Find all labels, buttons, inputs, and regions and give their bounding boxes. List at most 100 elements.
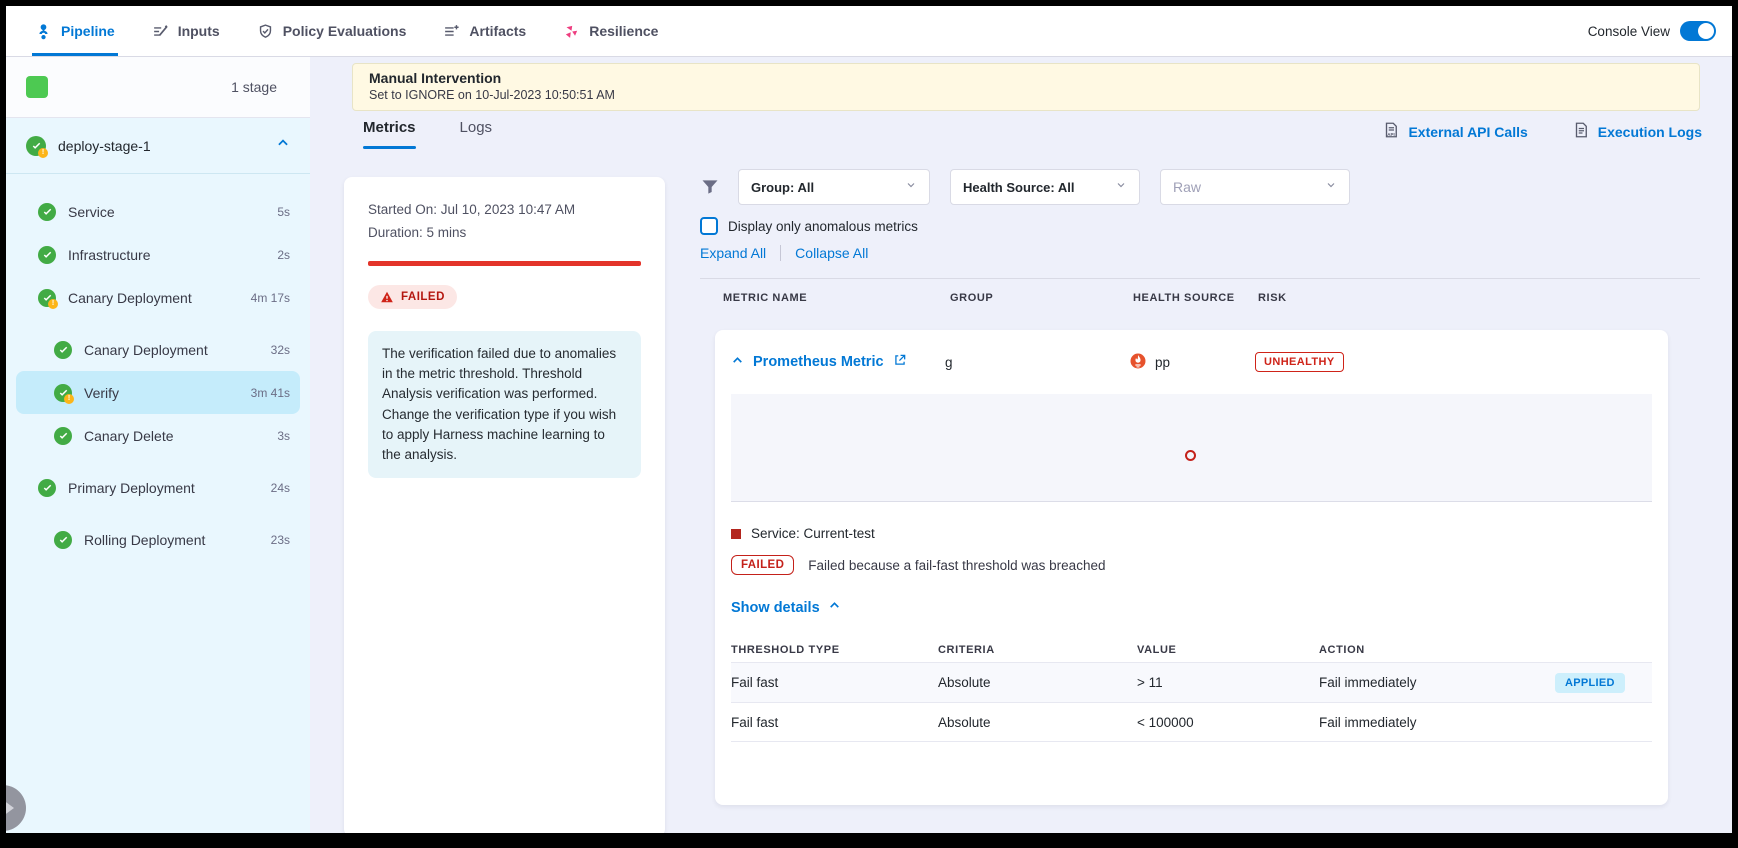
external-link-icon[interactable] bbox=[893, 353, 907, 371]
step-label: Canary Deployment bbox=[68, 290, 192, 306]
inputs-icon bbox=[152, 23, 169, 40]
app-window: Pipeline Inputs Policy Evaluations Artif… bbox=[6, 6, 1732, 833]
metric-row: Prometheus Metric g pp UNHEALTHY bbox=[715, 330, 1668, 394]
metric-group-cell: g bbox=[945, 355, 1129, 370]
threshold-row: Fail fast Absolute > 11 Fail immediately… bbox=[731, 662, 1652, 702]
tab-resilience-label: Resilience bbox=[589, 23, 658, 39]
started-on: Started On: Jul 10, 2023 10:47 AM bbox=[368, 199, 641, 222]
anomalous-filter-row: Display only anomalous metrics bbox=[700, 217, 1700, 235]
metric-card: Prometheus Metric g pp UNHEALTHY Servic bbox=[715, 330, 1668, 805]
external-api-calls-label: External API Calls bbox=[1408, 124, 1527, 140]
health-source-filter-dropdown[interactable]: Health Source: All bbox=[950, 169, 1140, 205]
threshold-table: THRESHOLD TYPE CRITERIA VALUE ACTION Fai… bbox=[731, 638, 1652, 742]
expand-all-link[interactable]: Expand All bbox=[700, 245, 766, 261]
stage-status-square-icon[interactable] bbox=[26, 76, 48, 98]
threshold-type: Fail fast bbox=[731, 675, 938, 690]
step-label: Verify bbox=[84, 385, 119, 401]
step-duration: 3s bbox=[277, 429, 290, 443]
chevron-up-icon[interactable] bbox=[276, 136, 290, 155]
step-label: Rolling Deployment bbox=[84, 532, 205, 548]
threshold-row: Fail fast Absolute < 100000 Fail immedia… bbox=[731, 702, 1652, 742]
success-check-icon bbox=[54, 341, 72, 359]
header-risk: RISK bbox=[1258, 292, 1700, 304]
header-action: ACTION bbox=[1319, 644, 1555, 656]
api-document-icon: API bbox=[1382, 121, 1400, 142]
view-tabs: Metrics Logs bbox=[363, 119, 492, 149]
tab-inputs-label: Inputs bbox=[178, 23, 220, 39]
step-label: Canary Deployment bbox=[84, 342, 208, 358]
anomalous-data-point[interactable] bbox=[1185, 450, 1196, 461]
step-duration: 32s bbox=[271, 343, 290, 357]
tab-policy-evaluations-label: Policy Evaluations bbox=[283, 23, 407, 39]
toggle-knob bbox=[1698, 23, 1714, 39]
chevron-up-icon[interactable] bbox=[731, 354, 744, 371]
tab-policy-evaluations[interactable]: Policy Evaluations bbox=[254, 6, 410, 56]
warning-triangle-icon bbox=[380, 290, 394, 304]
fail-reason-row: FAILED Failed because a fail-fast thresh… bbox=[731, 555, 1652, 575]
metric-table-headers: METRIC NAME GROUP HEALTH SOURCE RISK bbox=[700, 292, 1700, 304]
success-check-icon bbox=[38, 479, 56, 497]
warning-check-icon bbox=[54, 384, 72, 402]
tab-inputs[interactable]: Inputs bbox=[149, 6, 223, 56]
tab-pipeline-label: Pipeline bbox=[61, 23, 115, 39]
tab-resilience[interactable]: Resilience bbox=[560, 6, 661, 56]
external-api-calls-link[interactable]: API External API Calls bbox=[1382, 121, 1527, 142]
shield-check-icon bbox=[257, 23, 274, 40]
applied-badge: APPLIED bbox=[1555, 673, 1625, 693]
step-canary-deployment[interactable]: Canary Deployment 32s bbox=[16, 328, 300, 371]
tab-logs[interactable]: Logs bbox=[460, 119, 493, 149]
legend-swatch bbox=[731, 529, 741, 539]
show-details-toggle[interactable]: Show details bbox=[731, 599, 1652, 616]
sidebar-header: 1 stage bbox=[6, 57, 310, 118]
stage-status-warning-check-icon bbox=[26, 136, 46, 156]
step-duration: 3m 41s bbox=[251, 386, 290, 400]
warning-check-icon bbox=[38, 289, 56, 307]
legend-label: Service: Current-test bbox=[751, 526, 875, 541]
threshold-criteria: Absolute bbox=[938, 715, 1137, 730]
manual-intervention-banner: Manual Intervention Set to IGNORE on 10-… bbox=[352, 63, 1700, 111]
tab-pipeline[interactable]: Pipeline bbox=[32, 6, 118, 56]
document-icon bbox=[1572, 121, 1590, 142]
threshold-value: < 100000 bbox=[1137, 715, 1319, 730]
success-check-icon bbox=[38, 246, 56, 264]
artifacts-icon bbox=[443, 23, 460, 40]
group-filter-value: Group: All bbox=[751, 180, 814, 195]
step-service[interactable]: Service 5s bbox=[16, 190, 300, 233]
header-criteria: CRITERIA bbox=[938, 644, 1137, 656]
tab-artifacts[interactable]: Artifacts bbox=[440, 6, 529, 56]
pipeline-icon bbox=[35, 23, 52, 40]
failed-progress-bar bbox=[368, 261, 641, 266]
step-duration: 5s bbox=[277, 205, 290, 219]
step-canary-delete[interactable]: Canary Delete 3s bbox=[16, 414, 300, 457]
step-primary-deployment[interactable]: Primary Deployment 24s bbox=[16, 466, 300, 509]
verification-message: The verification failed due to anomalies… bbox=[368, 331, 641, 479]
tab-metrics[interactable]: Metrics bbox=[363, 119, 416, 149]
threshold-criteria: Absolute bbox=[938, 675, 1137, 690]
chevron-up-icon bbox=[828, 599, 841, 616]
stage-row-deploy-stage-1[interactable]: deploy-stage-1 bbox=[6, 118, 310, 174]
console-view-toggle[interactable] bbox=[1680, 21, 1716, 41]
header-group: GROUP bbox=[950, 292, 1133, 304]
main-content: Manual Intervention Set to IGNORE on 10-… bbox=[310, 57, 1732, 833]
step-rolling-deployment[interactable]: Rolling Deployment 23s bbox=[16, 518, 300, 561]
execution-logs-link[interactable]: Execution Logs bbox=[1572, 121, 1702, 142]
step-duration: 4m 17s bbox=[251, 291, 290, 305]
success-check-icon bbox=[38, 203, 56, 221]
step-infrastructure[interactable]: Infrastructure 2s bbox=[16, 233, 300, 276]
svg-text:API: API bbox=[1388, 132, 1396, 137]
metric-name-link[interactable]: Prometheus Metric bbox=[753, 354, 884, 370]
threshold-action: Fail immediately bbox=[1319, 715, 1555, 730]
show-details-label: Show details bbox=[731, 600, 820, 616]
collapse-all-link[interactable]: Collapse All bbox=[795, 245, 868, 261]
health-source-name: pp bbox=[1155, 355, 1170, 370]
metrics-panel: Group: All Health Source: All Raw Displa… bbox=[700, 169, 1700, 805]
raw-filter-dropdown[interactable]: Raw bbox=[1160, 169, 1350, 205]
step-verify-selected[interactable]: Verify 3m 41s bbox=[16, 371, 300, 414]
log-links: API External API Calls Execution Logs bbox=[1382, 121, 1702, 142]
anomalous-metrics-checkbox[interactable] bbox=[700, 217, 718, 235]
step-canary-deployment-group[interactable]: Canary Deployment 4m 17s bbox=[16, 276, 300, 319]
execution-logs-label: Execution Logs bbox=[1598, 124, 1702, 140]
filter-row: Group: All Health Source: All Raw bbox=[700, 169, 1700, 205]
metric-name-cell[interactable]: Prometheus Metric bbox=[731, 353, 945, 371]
group-filter-dropdown[interactable]: Group: All bbox=[738, 169, 930, 205]
